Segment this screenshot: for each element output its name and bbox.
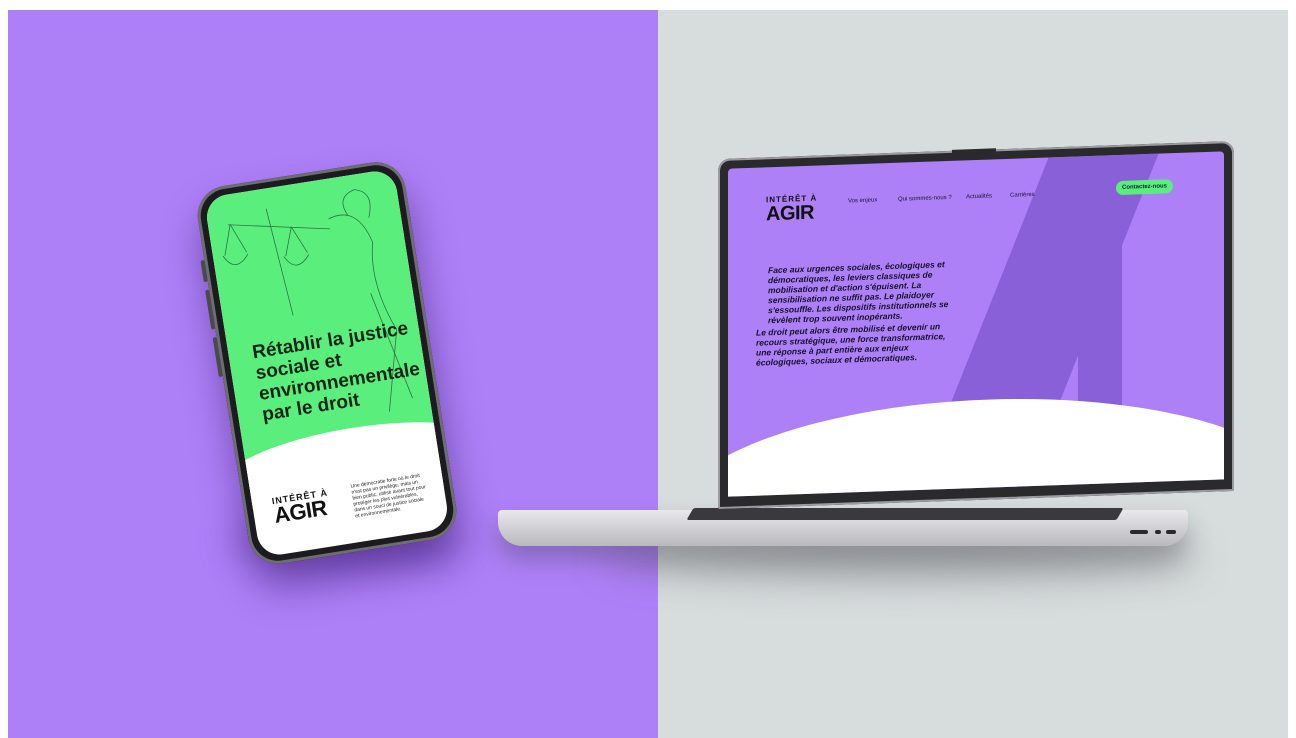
contact-button[interactable]: Contactez-nous [1116,179,1173,196]
laptop-mockup: INTÉRÊT À AGIR Vos enjeux Qui sommes-nou… [718,140,1234,510]
nav-link-carrieres[interactable]: Carrières [1010,192,1035,199]
laptop-screen: INTÉRÊT À AGIR Vos enjeux Qui sommes-nou… [728,151,1224,497]
nav-link-actualites[interactable]: Actualités [966,193,992,200]
usb-port [1130,530,1148,534]
intro-paragraph: Face aux urgences sociales, écologiques … [768,259,949,326]
intro-paragraph-2: Le droit peut alors être mobilisé et dev… [756,321,946,368]
usb-port [1166,530,1176,534]
nav-link-enjeux[interactable]: Vos enjeux [848,197,877,204]
laptop-curve [728,388,1224,497]
nav-link-qui-sommes-nous[interactable]: Qui sommes-nous ? [898,195,952,203]
laptop-shadow [600,540,1200,580]
site-logo[interactable]: INTÉRÊT À AGIR [766,194,817,226]
logo-main-text: AGIR [766,201,814,226]
camera-notch [952,148,996,160]
laptop-keyboard [686,508,1124,520]
logo-main-text: AGIR [272,494,329,528]
audio-port [1155,530,1161,534]
